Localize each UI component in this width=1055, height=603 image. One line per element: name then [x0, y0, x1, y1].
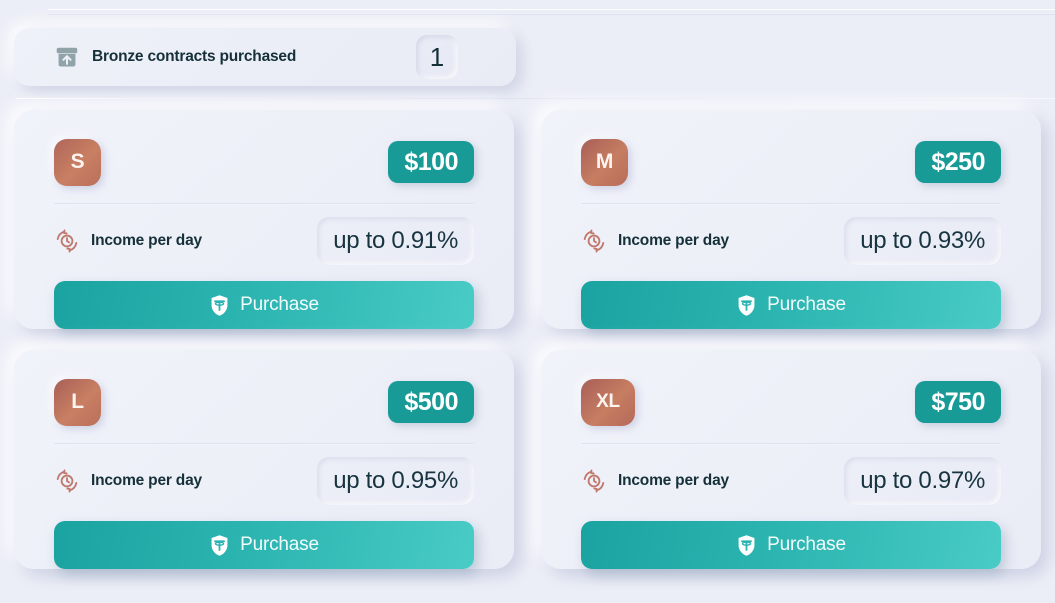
plan-card-xl: XL $750 Income per day up to 0.97% Purch… [541, 350, 1041, 569]
bronze-contracts-summary-card: Bronze contracts purchased 1 [14, 28, 516, 86]
income-value-pill: up to 0.97% [844, 457, 1001, 505]
card-divider [581, 443, 1001, 445]
plan-card-l: L $500 Income per day up to 0.95% Purcha… [14, 350, 514, 569]
card-header: M $250 [581, 138, 1001, 186]
section-divider [16, 98, 1055, 99]
tier-badge-m: M [581, 138, 628, 186]
price-label: $250 [931, 147, 985, 176]
price-badge-xl: $750 [915, 381, 1001, 423]
tier-badge-s: S [54, 138, 101, 186]
purchase-button-l[interactable]: Purchase [54, 521, 474, 569]
tier-badge-xl: XL [581, 378, 635, 426]
card-divider [54, 443, 474, 445]
tier-badge-label: XL [596, 391, 620, 412]
shield-tether-icon [209, 294, 230, 317]
income-value: up to 0.97% [860, 467, 985, 494]
income-label: Income per day [618, 232, 729, 249]
price-badge-s: $100 [388, 141, 474, 183]
income-row: Income per day up to 0.97% [581, 455, 1001, 507]
summary-label: Bronze contracts purchased [92, 48, 297, 65]
archive-upload-icon [54, 44, 80, 70]
purchase-button-s[interactable]: Purchase [54, 281, 474, 329]
price-badge-m: $250 [915, 141, 1001, 183]
purchase-button-label: Purchase [767, 534, 846, 555]
top-divider-lower [48, 14, 1055, 15]
clock-refresh-icon [581, 468, 607, 494]
purchase-button-label: Purchase [767, 294, 846, 315]
price-label: $750 [931, 387, 985, 416]
income-value-pill: up to 0.93% [844, 217, 1001, 265]
plan-card-m: M $250 Income per day up to 0.93% Purcha… [541, 110, 1041, 329]
price-badge-l: $500 [388, 381, 474, 423]
income-row: Income per day up to 0.91% [54, 215, 474, 267]
card-divider [54, 203, 474, 205]
shield-tether-icon [736, 534, 757, 557]
price-label: $500 [404, 387, 458, 416]
income-value-pill: up to 0.91% [317, 217, 474, 265]
purchase-button-m[interactable]: Purchase [581, 281, 1001, 329]
tier-badge-l: L [54, 378, 101, 426]
shield-tether-icon [209, 534, 230, 557]
tier-badge-label: M [595, 150, 614, 173]
card-header: L $500 [54, 378, 474, 426]
card-header: XL $750 [581, 378, 1001, 426]
clock-refresh-icon [54, 228, 80, 254]
tier-badge-label: S [70, 150, 85, 173]
summary-value-pill: 1 [416, 35, 458, 79]
purchase-button-label: Purchase [240, 294, 319, 315]
clock-refresh-icon [581, 228, 607, 254]
plan-card-s: S $100 Income per day up to 0.91% Purcha… [14, 110, 514, 329]
plans-grid: S $100 Income per day up to 0.91% Purcha… [14, 110, 1041, 569]
income-row: Income per day up to 0.95% [54, 455, 474, 507]
summary-value: 1 [429, 42, 445, 72]
income-value-pill: up to 0.95% [317, 457, 474, 505]
price-label: $100 [404, 147, 458, 176]
income-value: up to 0.93% [860, 227, 985, 254]
card-header: S $100 [54, 138, 474, 186]
tier-badge-label: L [71, 390, 84, 413]
card-divider [581, 203, 1001, 205]
income-label: Income per day [91, 232, 202, 249]
shield-tether-icon [736, 294, 757, 317]
purchase-button-xl[interactable]: Purchase [581, 521, 1001, 569]
top-divider-upper [48, 9, 1055, 10]
purchase-button-label: Purchase [240, 534, 319, 555]
income-row: Income per day up to 0.93% [581, 215, 1001, 267]
income-label: Income per day [91, 472, 202, 489]
income-value: up to 0.91% [333, 227, 458, 254]
income-value: up to 0.95% [333, 467, 458, 494]
income-label: Income per day [618, 472, 729, 489]
clock-refresh-icon [54, 468, 80, 494]
